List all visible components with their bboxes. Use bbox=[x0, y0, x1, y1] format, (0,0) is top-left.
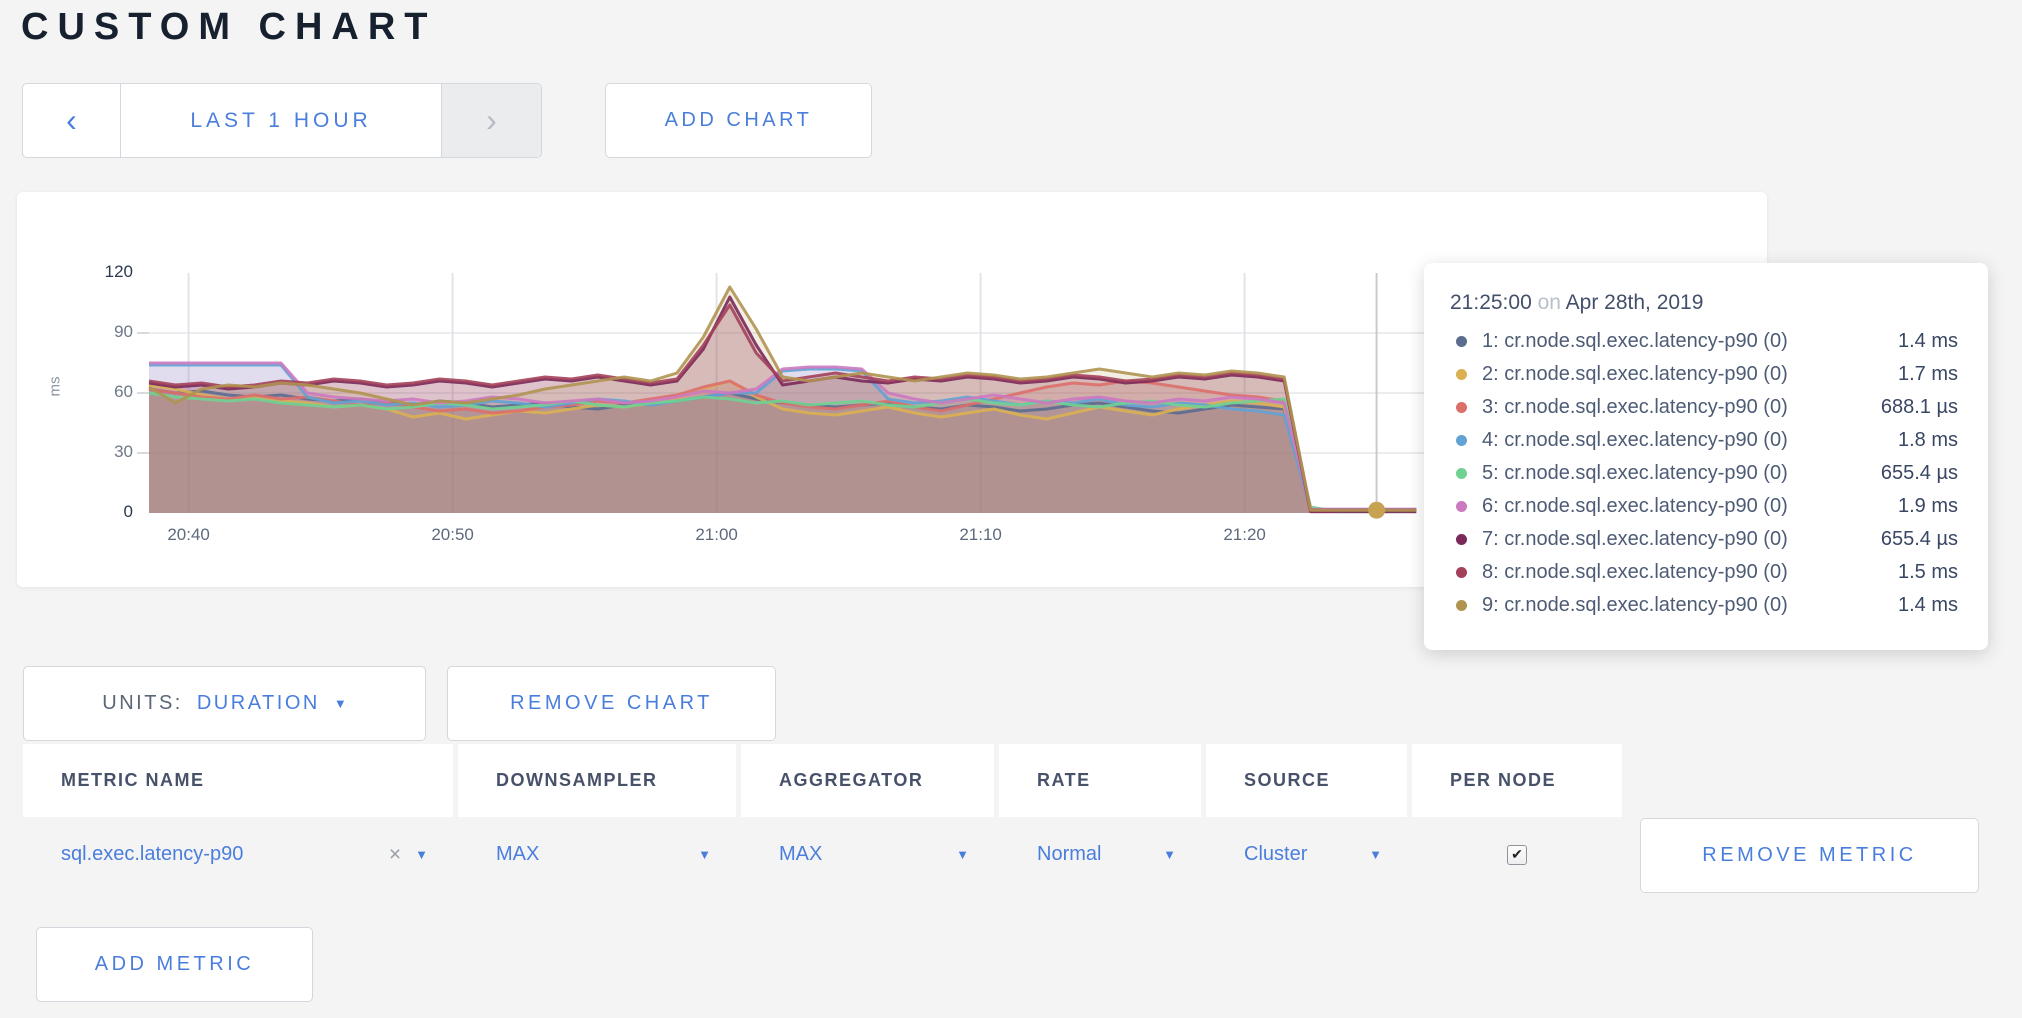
caret-down-icon: ▼ bbox=[956, 847, 969, 862]
tooltip-header: 21:25:00 on Apr 28th, 2019 bbox=[1450, 291, 1958, 315]
tooltip-series-row: 1: cr.node.sql.exec.latency-p90 (0) 1.4 m… bbox=[1450, 325, 1958, 358]
metric-name-value[interactable]: sql.exec.latency-p90 bbox=[61, 843, 243, 866]
series-color-dot bbox=[1456, 468, 1467, 479]
time-window-label[interactable]: LAST 1 HOUR bbox=[121, 84, 441, 157]
series-label: 2: cr.node.sql.exec.latency-p90 (0) bbox=[1482, 363, 1788, 386]
series-color-dot bbox=[1456, 402, 1467, 413]
tooltip-series-row: 9: cr.node.sql.exec.latency-p90 (0) 1.4 m… bbox=[1450, 589, 1958, 622]
metric-row: sql.exec.latency-p90 × ▼ MAX ▼ MAX ▼ Nor… bbox=[23, 817, 1622, 892]
source-value: Cluster bbox=[1244, 843, 1307, 866]
rate-value: Normal bbox=[1037, 843, 1101, 866]
x-axis-tick-label: 21:20 bbox=[1190, 525, 1300, 545]
series-label: 8: cr.node.sql.exec.latency-p90 (0) bbox=[1482, 561, 1788, 584]
caret-down-icon: ▼ bbox=[698, 847, 711, 862]
chart-hover-tooltip: 21:25:00 on Apr 28th, 2019 1: cr.node.sq… bbox=[1424, 263, 1988, 650]
series-value: 688.1 µs bbox=[1881, 396, 1958, 419]
caret-down-icon[interactable]: ▼ bbox=[415, 847, 428, 862]
series-color-dot bbox=[1456, 600, 1467, 611]
y-axis-tick-label: 120 bbox=[53, 262, 133, 282]
series-value: 655.4 µs bbox=[1881, 528, 1958, 551]
header-source: SOURCE bbox=[1206, 744, 1412, 817]
add-metric-button[interactable]: ADD METRIC bbox=[36, 927, 313, 1002]
header-metric-name: METRIC NAME bbox=[23, 744, 458, 817]
rate-select[interactable]: Normal ▼ bbox=[999, 817, 1206, 892]
units-prefix-label: UNITS: bbox=[102, 692, 183, 715]
downsampler-value: MAX bbox=[496, 843, 539, 866]
remove-chart-button[interactable]: REMOVE CHART bbox=[447, 666, 776, 741]
header-aggregator: AGGREGATOR bbox=[741, 744, 999, 817]
caret-down-icon: ▼ bbox=[1163, 847, 1176, 862]
units-selector[interactable]: UNITS: DURATION ▼ bbox=[23, 666, 426, 741]
header-downsampler: DOWNSAMPLER bbox=[458, 744, 741, 817]
time-window-selector: ‹ LAST 1 HOUR › bbox=[22, 83, 542, 158]
add-chart-button[interactable]: ADD CHART bbox=[605, 83, 872, 158]
caret-down-icon: ▼ bbox=[1369, 847, 1382, 862]
series-color-dot bbox=[1456, 435, 1467, 446]
per-node-cell: ✔ bbox=[1412, 817, 1622, 892]
per-node-checkbox[interactable]: ✔ bbox=[1507, 845, 1527, 865]
series-value: 655.4 µs bbox=[1881, 462, 1958, 485]
series-label: 5: cr.node.sql.exec.latency-p90 (0) bbox=[1482, 462, 1788, 485]
tooltip-series-list: 1: cr.node.sql.exec.latency-p90 (0) 1.4 m… bbox=[1450, 325, 1958, 622]
y-axis-tick-label: 60 bbox=[53, 382, 133, 402]
tooltip-series-row: 7: cr.node.sql.exec.latency-p90 (0) 655.4… bbox=[1450, 523, 1958, 556]
page-title: CUSTOM CHART bbox=[21, 6, 437, 49]
remove-metric-button[interactable]: REMOVE METRIC bbox=[1640, 818, 1979, 893]
series-label: 9: cr.node.sql.exec.latency-p90 (0) bbox=[1482, 594, 1788, 617]
series-label: 4: cr.node.sql.exec.latency-p90 (0) bbox=[1482, 429, 1788, 452]
check-icon: ✔ bbox=[1511, 846, 1523, 863]
tooltip-series-row: 3: cr.node.sql.exec.latency-p90 (0) 688.1… bbox=[1450, 391, 1958, 424]
x-axis-tick-label: 20:50 bbox=[398, 525, 508, 545]
x-axis-tick-label: 20:40 bbox=[134, 525, 244, 545]
tooltip-series-row: 8: cr.node.sql.exec.latency-p90 (0) 1.5 m… bbox=[1450, 556, 1958, 589]
series-value: 1.4 ms bbox=[1898, 594, 1958, 617]
series-value: 1.8 ms bbox=[1898, 429, 1958, 452]
series-color-dot bbox=[1456, 336, 1467, 347]
clear-metric-icon[interactable]: × bbox=[389, 843, 401, 867]
series-label: 6: cr.node.sql.exec.latency-p90 (0) bbox=[1482, 495, 1788, 518]
series-value: 1.9 ms bbox=[1898, 495, 1958, 518]
series-label: 1: cr.node.sql.exec.latency-p90 (0) bbox=[1482, 330, 1788, 353]
time-next-button[interactable]: › bbox=[441, 84, 541, 157]
time-prev-button[interactable]: ‹ bbox=[23, 84, 121, 157]
custom-chart-page: CUSTOM CHART ‹ LAST 1 HOUR › ADD CHART m… bbox=[0, 0, 2022, 1018]
series-color-dot bbox=[1456, 369, 1467, 380]
x-axis-tick-label: 21:00 bbox=[662, 525, 772, 545]
downsampler-select[interactable]: MAX ▼ bbox=[458, 817, 741, 892]
metric-name-cell: sql.exec.latency-p90 × ▼ bbox=[23, 817, 458, 892]
tooltip-series-row: 4: cr.node.sql.exec.latency-p90 (0) 1.8 m… bbox=[1450, 424, 1958, 457]
series-value: 1.5 ms bbox=[1898, 561, 1958, 584]
series-label: 7: cr.node.sql.exec.latency-p90 (0) bbox=[1482, 528, 1788, 551]
tooltip-time: 21:25:00 bbox=[1450, 291, 1532, 314]
series-label: 3: cr.node.sql.exec.latency-p90 (0) bbox=[1482, 396, 1788, 419]
header-per-node: PER NODE bbox=[1412, 744, 1622, 817]
tooltip-series-row: 6: cr.node.sql.exec.latency-p90 (0) 1.9 m… bbox=[1450, 490, 1958, 523]
units-value: DURATION bbox=[197, 692, 320, 715]
aggregator-select[interactable]: MAX ▼ bbox=[741, 817, 999, 892]
hover-point-dot bbox=[1368, 502, 1385, 519]
header-rate: RATE bbox=[999, 744, 1206, 817]
metrics-table-header: METRIC NAME DOWNSAMPLER AGGREGATOR RATE … bbox=[23, 744, 1622, 817]
tooltip-series-row: 2: cr.node.sql.exec.latency-p90 (0) 1.7 m… bbox=[1450, 358, 1958, 391]
aggregator-value: MAX bbox=[779, 843, 822, 866]
source-select[interactable]: Cluster ▼ bbox=[1206, 817, 1412, 892]
series-value: 1.4 ms bbox=[1898, 330, 1958, 353]
series-color-dot bbox=[1456, 501, 1467, 512]
tooltip-series-row: 5: cr.node.sql.exec.latency-p90 (0) 655.4… bbox=[1450, 457, 1958, 490]
y-axis-tick-label: 30 bbox=[53, 442, 133, 462]
y-axis-tick-label: 0 bbox=[53, 502, 133, 522]
caret-down-icon: ▼ bbox=[334, 696, 347, 711]
y-axis-tick-label: 90 bbox=[53, 322, 133, 342]
chevron-left-icon: ‹ bbox=[66, 102, 77, 139]
series-color-dot bbox=[1456, 567, 1467, 578]
series-color-dot bbox=[1456, 534, 1467, 545]
chevron-right-icon: › bbox=[486, 102, 497, 139]
series-value: 1.7 ms bbox=[1898, 363, 1958, 386]
x-axis-tick-label: 21:10 bbox=[926, 525, 1036, 545]
